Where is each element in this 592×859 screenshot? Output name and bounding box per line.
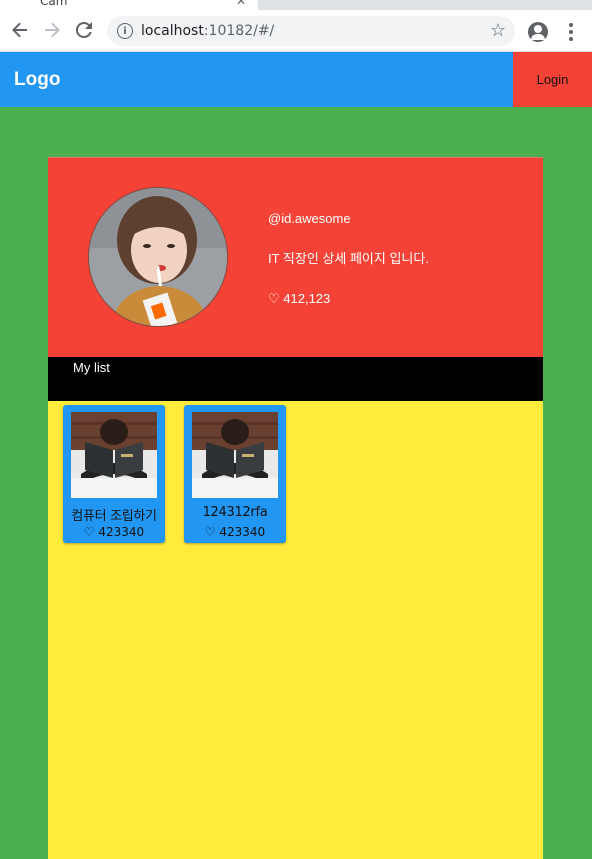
url-text[interactable]: localhost:10182/#/ <box>141 23 274 39</box>
profile-likes: ♡ 412,123 <box>268 291 331 306</box>
my-list-bar: My list <box>48 357 543 401</box>
profile-info: @id.awesome IT 직장인 상세 페이지 입니다. ♡ 412,123 <box>268 210 429 330</box>
more-menu-icon[interactable] <box>564 21 578 43</box>
account-icon[interactable] <box>528 22 548 42</box>
list-item-card[interactable]: 124312rfa ♡ 423340 <box>184 405 286 543</box>
avatar <box>88 187 228 327</box>
forward-arrow-icon[interactable] <box>40 18 64 42</box>
bookmark-star-icon[interactable]: ☆ <box>490 20 506 41</box>
card-thumbnail <box>192 412 278 498</box>
my-list-label: My list <box>73 360 110 375</box>
browser-tab-title: Cam <box>40 0 68 8</box>
app-bar: Logo Login <box>0 52 592 107</box>
url-host: localhost <box>141 23 204 39</box>
login-button[interactable]: Login <box>513 52 592 107</box>
profile-header: @id.awesome IT 직장인 상세 페이지 입니다. ♡ 412,123 <box>48 157 543 357</box>
card-thumbnail <box>71 412 157 498</box>
card-title: 컴퓨터 조립하기 <box>71 509 157 524</box>
card-likes: ♡ 423340 <box>83 525 145 539</box>
logo[interactable]: Logo <box>14 69 60 91</box>
card-likes: ♡ 423340 <box>204 525 266 539</box>
back-arrow-icon[interactable] <box>8 18 32 42</box>
tab-close-icon[interactable]: ✕ <box>236 0 246 8</box>
browser-tab-active[interactable]: Cam ✕ <box>0 0 258 10</box>
main-container: @id.awesome IT 직장인 상세 페이지 입니다. ♡ 412,123… <box>48 157 543 859</box>
browser-toolbar: i localhost:10182/#/ ☆ <box>0 10 592 52</box>
profile-description: IT 직장인 상세 페이지 입니다. <box>268 251 429 266</box>
reload-icon[interactable] <box>72 18 96 42</box>
card-title: 124312rfa <box>202 505 268 520</box>
address-bar[interactable]: i localhost:10182/#/ ☆ <box>107 16 515 46</box>
browser-tab-strip: Cam ✕ <box>0 0 592 10</box>
list-item-card[interactable]: 컴퓨터 조립하기 ♡ 423340 <box>63 405 165 543</box>
profile-username: @id.awesome <box>268 211 351 226</box>
url-path: :10182/#/ <box>203 23 275 39</box>
info-icon[interactable]: i <box>117 23 133 39</box>
